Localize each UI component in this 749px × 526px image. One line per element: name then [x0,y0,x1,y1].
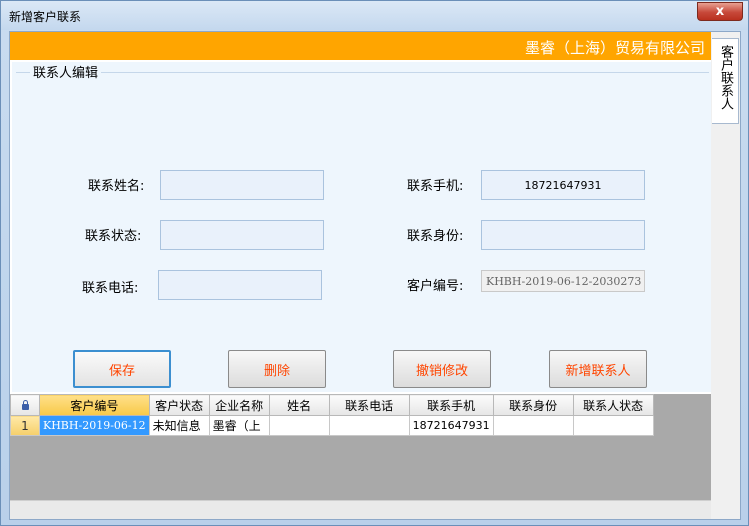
contact-mobile-input[interactable] [481,170,645,200]
column-header[interactable]: 联系人状态 [572,394,654,416]
table-cell[interactable]: KHBH-2019-06-12 [39,415,150,436]
edit-panel: 联系人编辑 联系姓名: 联系状态: 联系电话: 联系手机: 联系身份: 客户编号… [12,62,711,392]
title-bar: 新增客户联系 x [1,1,748,30]
horizontal-scrollbar[interactable] [10,500,711,519]
name-label: 联系姓名: [88,179,145,194]
main-content: 墨睿（上海）贸易有限公司 联系人编辑 联系姓名: 联系状态: 联系电话: 联系手… [10,32,711,519]
mobile-label: 联系手机: [407,179,464,194]
table-cell[interactable] [492,415,574,436]
undo-button[interactable]: 撤销修改 [393,350,491,388]
column-header[interactable]: 客户状态 [148,394,210,416]
table-cell[interactable] [328,415,410,436]
column-header[interactable]: 姓名 [268,394,330,416]
customer-no-field [481,270,645,292]
contact-name-input[interactable] [160,170,324,200]
group-title: 联系人编辑 [30,62,102,81]
contact-status-input[interactable] [160,220,324,250]
row-number[interactable]: 1 [10,415,40,436]
column-header[interactable]: 客户编号 [39,394,150,416]
identity-label: 联系身份: [407,229,464,244]
contacts-grid-area: 客户编号 客户状态 企业名称 姓名 联系电话 联系手机 联系身份 联系人状态 1 [10,394,711,500]
window-title: 新增客户联系 [9,10,82,24]
table-cell[interactable]: 18721647931 [408,415,494,436]
grid-corner[interactable] [10,394,40,416]
side-tab-label: 客户联系人 [718,45,733,110]
table-cell[interactable]: 墨睿（上 [208,415,270,436]
lock-icon [21,400,29,410]
company-name: 墨睿（上海）贸易有限公司 [524,39,705,57]
column-header[interactable]: 联系手机 [408,394,494,416]
contact-phone-input[interactable] [158,270,322,300]
close-button[interactable]: x [697,2,743,21]
table-cell[interactable] [268,415,330,436]
tab-customer-contacts[interactable]: 客户联系人 [712,38,739,124]
contacts-grid: 客户编号 客户状态 企业名称 姓名 联系电话 联系手机 联系身份 联系人状态 1 [10,394,654,436]
phone-label: 联系电话: [82,281,139,296]
customer-no-label: 客户编号: [407,279,464,294]
column-header[interactable]: 联系电话 [328,394,410,416]
table-cell[interactable] [572,415,654,436]
company-banner: 墨睿（上海）贸易有限公司 [10,32,711,60]
delete-button[interactable]: 删除 [228,350,326,388]
save-button[interactable]: 保存 [73,350,171,388]
close-icon: x [715,4,725,19]
grid-header-row: 客户编号 客户状态 企业名称 姓名 联系电话 联系手机 联系身份 联系人状态 [10,394,654,416]
add-contact-button[interactable]: 新增联系人 [549,350,647,388]
table-row[interactable]: 1 KHBH-2019-06-12 未知信息 墨睿（上 18721647931 [10,415,654,436]
column-header[interactable]: 联系身份 [492,394,574,416]
contact-identity-input[interactable] [481,220,645,250]
table-cell[interactable]: 未知信息 [148,415,210,436]
app-window: 新增客户联系 x 墨睿（上海）贸易有限公司 联系人编辑 联系姓名: 联系状态: … [0,0,749,526]
column-header[interactable]: 企业名称 [208,394,270,416]
status-label: 联系状态: [85,229,142,244]
client-area: 墨睿（上海）贸易有限公司 联系人编辑 联系姓名: 联系状态: 联系电话: 联系手… [9,31,741,520]
